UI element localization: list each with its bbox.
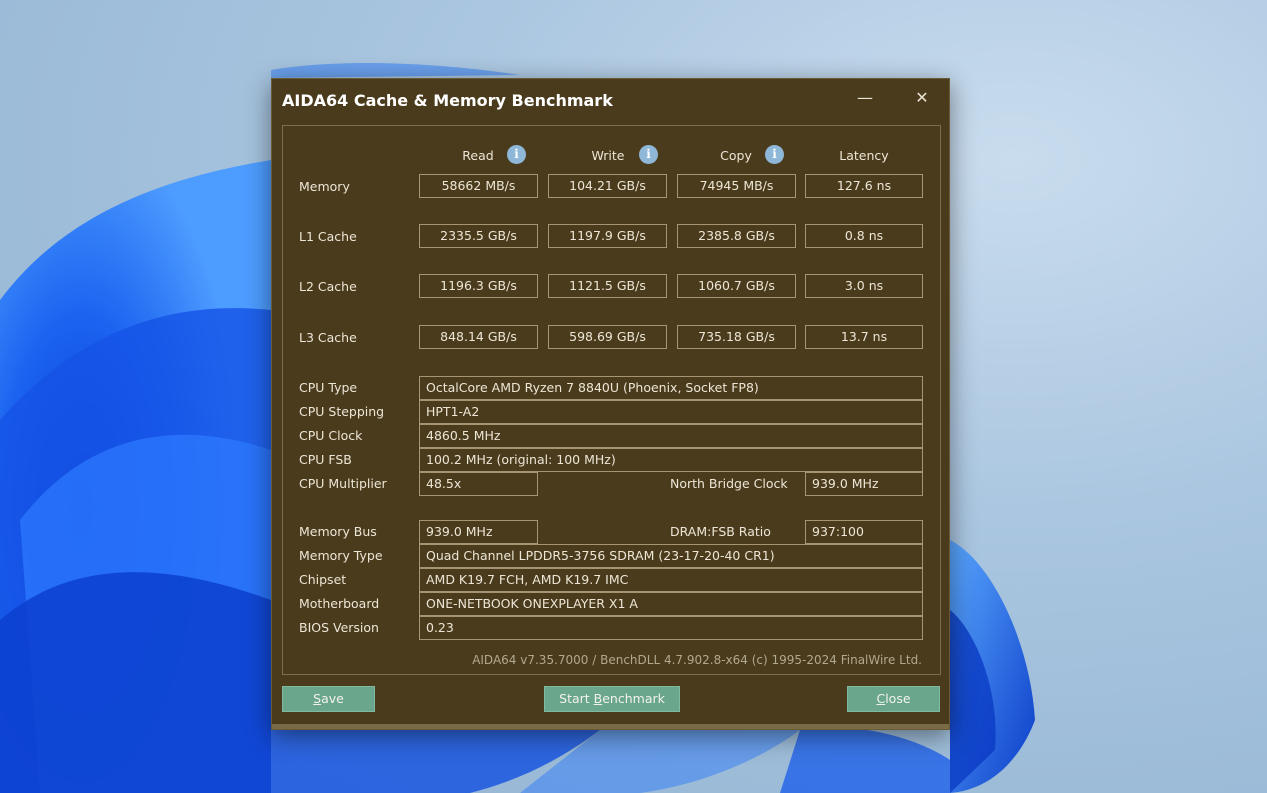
memory-type-value: Quad Channel LPDDR5-3756 SDRAM (23-17-20… [419, 544, 923, 568]
column-header-read: Read [462, 148, 494, 163]
cpu-type-label: CPU Type [299, 380, 358, 395]
memory-bus-value: 939.0 MHz [419, 520, 538, 544]
l3-latency-value: 13.7 ns [805, 325, 923, 349]
cpu-fsb-value: 100.2 MHz (original: 100 MHz) [419, 448, 923, 472]
minimize-button[interactable]: — [845, 85, 885, 113]
motherboard-value: ONE-NETBOOK ONEXPLAYER X1 A [419, 592, 923, 616]
copyright-footer: AIDA64 v7.35.7000 / BenchDLL 4.7.902.8-x… [472, 653, 922, 667]
l2-latency-value: 3.0 ns [805, 274, 923, 298]
l2-read-value: 1196.3 GB/s [419, 274, 538, 298]
cpu-type-value: OctalCore AMD Ryzen 7 8840U (Phoenix, So… [419, 376, 923, 400]
row-label-l1-cache: L1 Cache [299, 229, 357, 244]
chipset-label: Chipset [299, 572, 347, 587]
cpu-fsb-label: CPU FSB [299, 452, 352, 467]
l3-copy-value: 735.18 GB/s [677, 325, 796, 349]
memory-latency-value: 127.6 ns [805, 174, 923, 198]
row-label-l3-cache: L3 Cache [299, 330, 357, 345]
window-title: AIDA64 Cache & Memory Benchmark [282, 91, 613, 110]
l2-copy-value: 1060.7 GB/s [677, 274, 796, 298]
cpu-stepping-label: CPU Stepping [299, 404, 385, 419]
l3-read-value: 848.14 GB/s [419, 325, 538, 349]
title-bar: AIDA64 Cache & Memory Benchmark — ✕ [272, 79, 949, 123]
dram-fsb-ratio-value: 937:100 [805, 520, 923, 544]
cpu-clock-value: 4860.5 MHz [419, 424, 923, 448]
column-header-latency: Latency [839, 148, 889, 163]
start-hotkey: B [593, 691, 603, 706]
read-info-icon[interactable]: i [507, 145, 526, 164]
memory-bus-label: Memory Bus [299, 524, 377, 539]
dram-fsb-ratio-label: DRAM:FSB Ratio [670, 524, 771, 539]
results-panel: Read i Write i Copy i Latency Memory 586… [282, 125, 941, 675]
start-label-rest: enchmark [602, 691, 665, 706]
copy-info-icon[interactable]: i [765, 145, 784, 164]
l2-write-value: 1121.5 GB/s [548, 274, 667, 298]
l3-write-value: 598.69 GB/s [548, 325, 667, 349]
north-bridge-clock-label: North Bridge Clock [670, 476, 788, 491]
column-header-copy: Copy [720, 148, 752, 163]
cpu-clock-label: CPU Clock [299, 428, 363, 443]
memory-read-value: 58662 MB/s [419, 174, 538, 198]
close-hotkey: C [876, 691, 886, 706]
start-benchmark-button[interactable]: Start Benchmark [544, 686, 680, 712]
close-button[interactable]: Close [847, 686, 940, 712]
row-label-memory: Memory [299, 179, 350, 194]
l1-latency-value: 0.8 ns [805, 224, 923, 248]
column-header-write: Write [591, 148, 625, 163]
window-bottom-border [272, 724, 949, 729]
cpu-multiplier-label: CPU Multiplier [299, 476, 387, 491]
memory-copy-value: 74945 MB/s [677, 174, 796, 198]
bios-version-value: 0.23 [419, 616, 923, 640]
benchmark-window: AIDA64 Cache & Memory Benchmark — ✕ Read… [271, 78, 950, 730]
write-info-icon[interactable]: i [639, 145, 658, 164]
window-close-button[interactable]: ✕ [902, 85, 942, 113]
chipset-value: AMD K19.7 FCH, AMD K19.7 IMC [419, 568, 923, 592]
save-label: ave [321, 691, 344, 706]
save-hotkey: S [313, 691, 322, 706]
cpu-stepping-value: HPT1-A2 [419, 400, 923, 424]
bios-version-label: BIOS Version [299, 620, 379, 635]
save-button[interactable]: Save [282, 686, 375, 712]
row-label-l2-cache: L2 Cache [299, 279, 357, 294]
start-label-pre: Start [559, 691, 594, 706]
close-label: lose [885, 691, 911, 706]
memory-write-value: 104.21 GB/s [548, 174, 667, 198]
l1-write-value: 1197.9 GB/s [548, 224, 667, 248]
cpu-multiplier-value: 48.5x [419, 472, 538, 496]
l1-read-value: 2335.5 GB/s [419, 224, 538, 248]
north-bridge-clock-value: 939.0 MHz [805, 472, 923, 496]
memory-type-label: Memory Type [299, 548, 383, 563]
motherboard-label: Motherboard [299, 596, 380, 611]
l1-copy-value: 2385.8 GB/s [677, 224, 796, 248]
